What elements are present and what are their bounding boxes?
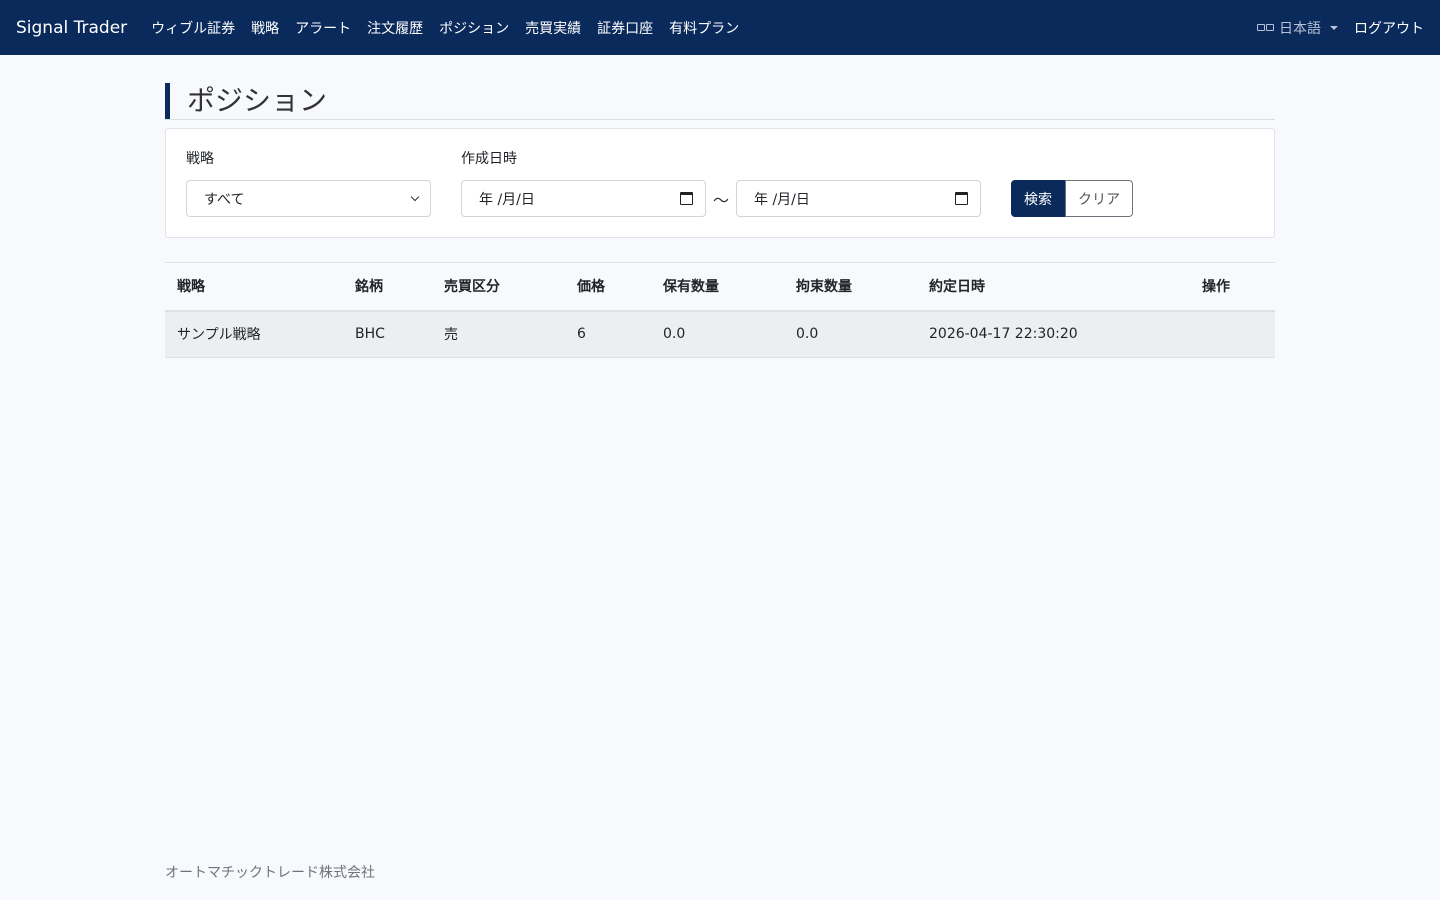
date-range: 年 /月/日 〜 年 /月/日	[461, 180, 981, 217]
translate-icon	[1257, 24, 1274, 31]
nav-link-webull[interactable]: ウィブル証券	[151, 18, 235, 38]
brand-logo[interactable]: Signal Trader	[16, 18, 127, 38]
chevron-down-icon	[410, 192, 420, 201]
calendar-icon[interactable]	[680, 192, 693, 205]
top-navbar: Signal Trader ウィブル証券 戦略 アラート 注文履歴 ポジション …	[0, 0, 1440, 55]
range-separator: 〜	[712, 190, 729, 210]
cell-executed-at: 2026-04-17 22:30:20	[917, 310, 1190, 358]
strategy-field: 戦略 すべて	[186, 148, 431, 217]
strategy-select-value: すべて	[204, 191, 245, 208]
page-title: ポジション	[165, 83, 1275, 119]
cell-price: 6	[565, 310, 651, 358]
date-to-input[interactable]: 年 /月/日	[736, 180, 981, 217]
language-label: 日本語	[1279, 20, 1321, 37]
positions-table: 戦略 銘柄 売買区分 価格 保有数量 拘束数量 約定日時 操作 サンプル戦略 B…	[165, 262, 1275, 358]
cell-held-qty: 0.0	[651, 310, 784, 358]
search-button[interactable]: 検索	[1011, 180, 1065, 217]
nav-link-brokerage-accounts[interactable]: 証券口座	[597, 18, 653, 38]
col-actions: 操作	[1190, 262, 1275, 312]
col-symbol: 銘柄	[343, 262, 432, 312]
nav-link-positions[interactable]: ポジション	[439, 18, 509, 38]
date-from-input[interactable]: 年 /月/日	[461, 180, 706, 217]
col-held-qty: 保有数量	[651, 262, 784, 312]
cell-actions	[1190, 310, 1275, 358]
cell-strategy: サンプル戦略	[165, 310, 343, 358]
cell-side: 売	[432, 310, 565, 358]
nav-links: ウィブル証券 戦略 アラート 注文履歴 ポジション 売買実績 証券口座 有料プラ…	[151, 18, 739, 38]
table-header-row: 戦略 銘柄 売買区分 価格 保有数量 拘束数量 約定日時 操作	[165, 262, 1275, 312]
filter-card: 戦略 すべて 作成日時 年 /月/日 〜 年 /月/日 検索 クリア	[165, 128, 1275, 238]
logout-link[interactable]: ログアウト	[1354, 18, 1424, 38]
nav-right: 日本語 ログアウト	[1257, 18, 1424, 38]
nav-link-paid-plans[interactable]: 有料プラン	[669, 18, 739, 38]
created-date-field: 作成日時 年 /月/日 〜 年 /月/日	[461, 148, 981, 217]
col-price: 価格	[565, 262, 651, 312]
created-date-label: 作成日時	[461, 151, 517, 167]
title-divider	[165, 119, 1275, 120]
cell-symbol: BHC	[343, 310, 432, 358]
col-locked-qty: 拘束数量	[784, 262, 917, 312]
cell-locked-qty: 0.0	[784, 310, 917, 358]
footer-company: オートマチックトレード株式会社	[165, 865, 375, 881]
caret-down-icon	[1330, 25, 1338, 30]
filter-buttons: 検索 クリア	[1011, 180, 1133, 217]
nav-link-order-history[interactable]: 注文履歴	[367, 18, 423, 38]
col-executed-at: 約定日時	[917, 262, 1190, 312]
date-to-placeholder: 年 /月/日	[754, 191, 810, 208]
nav-link-alerts[interactable]: アラート	[295, 18, 351, 38]
nav-link-strategy[interactable]: 戦略	[251, 18, 279, 38]
language-dropdown[interactable]: 日本語	[1257, 18, 1338, 38]
nav-link-trade-results[interactable]: 売買実績	[525, 18, 581, 38]
col-side: 売買区分	[432, 262, 565, 312]
strategy-label: 戦略	[186, 151, 214, 167]
date-from-placeholder: 年 /月/日	[479, 191, 535, 208]
clear-button[interactable]: クリア	[1065, 180, 1133, 217]
table-row: サンプル戦略 BHC 売 6 0.0 0.0 2026-04-17 22:30:…	[165, 310, 1275, 358]
main-content: ポジション 戦略 すべて 作成日時 年 /月/日 〜 年 /月/日 検索 クリア…	[165, 55, 1275, 358]
col-strategy: 戦略	[165, 262, 343, 312]
calendar-icon[interactable]	[955, 192, 968, 205]
strategy-select[interactable]: すべて	[186, 180, 431, 217]
